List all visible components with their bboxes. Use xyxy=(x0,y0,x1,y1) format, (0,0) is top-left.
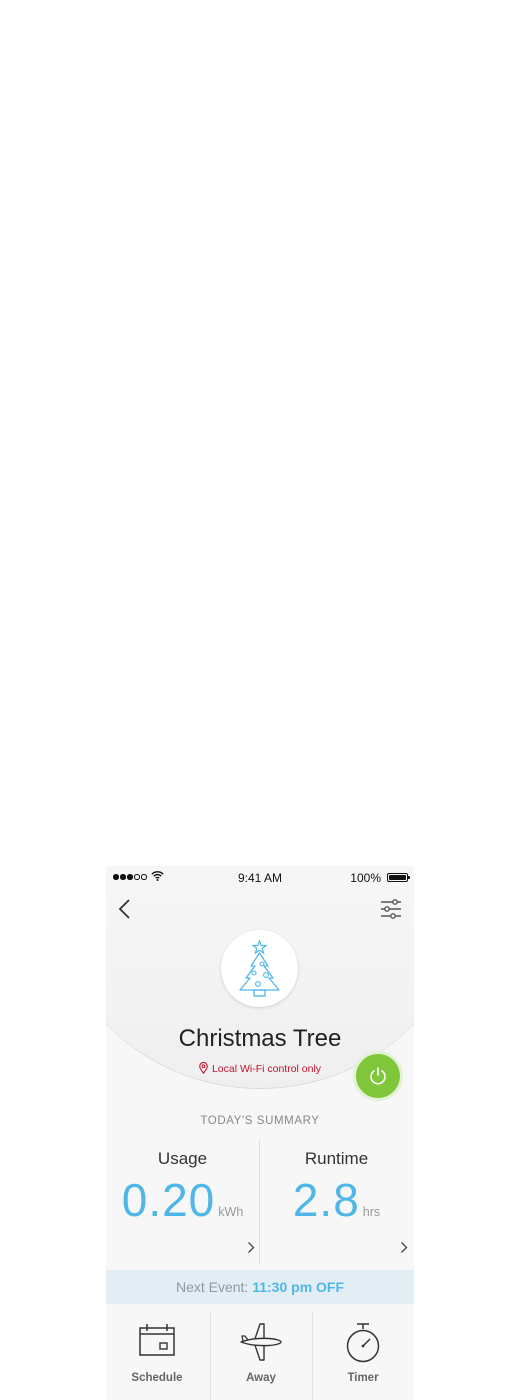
device-detail-screen: 9:41 AM 100% Christmas Tree Local Wi-Fi … xyxy=(106,866,414,1400)
tab-away[interactable]: Away xyxy=(210,1304,312,1400)
settings-sliders-icon[interactable] xyxy=(380,899,402,919)
battery-percentage: 100% xyxy=(350,871,381,885)
runtime-stat[interactable]: Runtime 2.8 hrs xyxy=(260,1149,413,1227)
calendar-icon xyxy=(139,1324,175,1356)
next-event-label: Next Event: xyxy=(175,1279,249,1295)
status-bar: 9:41 AM 100% xyxy=(106,866,414,888)
runtime-value: 2.8 xyxy=(292,1174,360,1226)
power-toggle-button[interactable] xyxy=(356,1054,400,1098)
back-chevron-icon[interactable] xyxy=(116,898,134,920)
summary-title: TODAY'S SUMMARY xyxy=(200,1115,320,1127)
tab-timer[interactable]: Timer xyxy=(312,1304,414,1400)
tab-schedule-label: Schedule xyxy=(131,1372,183,1384)
usage-label: Usage xyxy=(157,1149,208,1168)
device-name: Christmas Tree xyxy=(178,1025,342,1052)
runtime-chevron-right-icon[interactable] xyxy=(400,1241,408,1254)
stopwatch-icon xyxy=(346,1323,380,1363)
power-icon xyxy=(370,1067,386,1085)
tab-away-label: Away xyxy=(246,1372,276,1384)
runtime-label: Runtime xyxy=(304,1149,369,1168)
device-avatar xyxy=(221,930,298,1007)
usage-stat[interactable]: Usage 0.20 kWh xyxy=(106,1149,259,1227)
next-event-value: 11:30 pm OFF xyxy=(252,1279,345,1295)
next-event-banner[interactable]: Next Event: 11:30 pm OFF xyxy=(106,1270,414,1304)
airplane-icon xyxy=(240,1323,282,1361)
location-pin-icon xyxy=(199,1061,208,1075)
connection-note-text: Local Wi-Fi control only xyxy=(211,1063,322,1075)
tab-timer-label: Timer xyxy=(347,1372,379,1384)
christmas-tree-icon xyxy=(239,940,280,997)
usage-value: 0.20 xyxy=(121,1174,216,1226)
tab-schedule[interactable]: Schedule xyxy=(106,1304,208,1400)
battery-icon xyxy=(387,873,410,882)
usage-chevron-right-icon[interactable] xyxy=(247,1241,255,1254)
bottom-tab-bar: Schedule Away Timer xyxy=(106,1304,414,1400)
runtime-unit: hrs xyxy=(362,1205,381,1219)
usage-unit: kWh xyxy=(218,1205,244,1219)
